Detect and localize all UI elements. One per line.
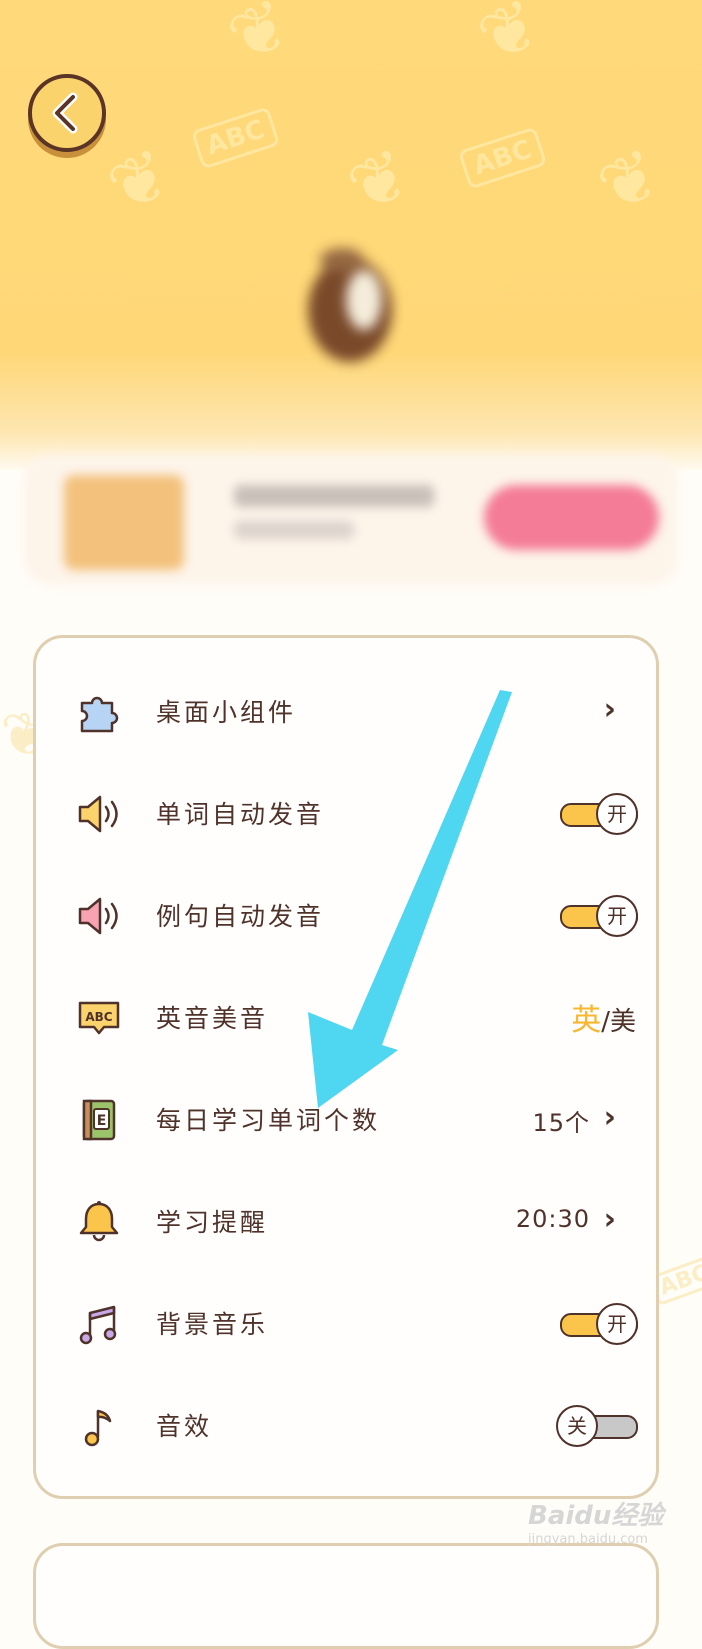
chevron-right-icon: › <box>603 692 616 727</box>
settings-row-daily-words[interactable]: E 每日学习单词个数 15个 › <box>36 1067 656 1171</box>
banner-cta-button[interactable] <box>484 485 659 550</box>
settings-row-sentence-autoplay[interactable]: 例句自动发音 开 <box>36 863 656 967</box>
mascot-image <box>308 248 392 362</box>
banner-text <box>234 485 434 507</box>
settings-row-study-reminder[interactable]: 学习提醒 20:30 › <box>36 1169 656 1273</box>
abc-bubble-icon: ABC <box>78 1001 120 1035</box>
row-label: 单词自动发音 <box>156 800 325 829</box>
baidu-watermark: Baidu经验 jingyan.baidu.com <box>528 1495 663 1547</box>
book-icon: E <box>82 1099 116 1141</box>
svg-text:E: E <box>97 1113 107 1129</box>
puzzle-icon <box>80 696 119 733</box>
study-reminder-value: 20:30 <box>515 1205 590 1233</box>
banner-subtext <box>234 521 354 539</box>
carrot-decoration-icon: ❦ <box>95 131 184 231</box>
row-label: 例句自动发音 <box>156 902 325 931</box>
abc-decoration: ABC <box>190 106 281 170</box>
row-label: 音效 <box>156 1412 213 1441</box>
sentence-autoplay-toggle[interactable]: 开 <box>556 895 638 937</box>
secondary-settings-card <box>33 1543 659 1649</box>
watermark-text: Baidu经验 <box>528 1501 664 1531</box>
row-label: 每日学习单词个数 <box>156 1106 381 1135</box>
row-label: 学习提醒 <box>156 1208 269 1237</box>
toggle-knob: 开 <box>596 793 638 835</box>
accent-option-uk[interactable]: 英 <box>571 1003 601 1038</box>
speaker-pink-icon <box>78 897 118 935</box>
settings-row-sound-effects[interactable]: 音效 关 <box>36 1373 656 1477</box>
carrot-decoration-icon: ❦ <box>585 131 674 231</box>
chevron-right-icon: › <box>603 1100 616 1135</box>
daily-words-value: 15个 <box>532 1109 590 1137</box>
accent-separator: / <box>601 1007 610 1037</box>
background-music-toggle[interactable]: 开 <box>556 1303 638 1345</box>
carrot-decoration-icon: ❦ <box>465 0 554 81</box>
settings-row-desktop-widget[interactable]: 桌面小组件 › <box>36 659 656 763</box>
settings-row-accent[interactable]: ABC 英音美音 英/美 <box>36 965 656 1069</box>
music-notes-icon <box>79 1305 117 1345</box>
speaker-icon <box>78 795 118 833</box>
watermark-subtext: jingyan.baidu.com <box>528 1532 648 1547</box>
back-button[interactable] <box>28 74 106 152</box>
promo-banner[interactable] <box>24 455 678 585</box>
settings-row-background-music[interactable]: 背景音乐 开 <box>36 1271 656 1375</box>
carrot-decoration-icon: ❦ <box>215 0 304 81</box>
accent-option-us[interactable]: 美 <box>610 1007 636 1037</box>
chevron-left-icon <box>52 92 78 134</box>
chevron-right-icon: › <box>603 1202 616 1237</box>
sound-effects-toggle[interactable]: 关 <box>556 1405 638 1447</box>
hero-header: ABC ABC ❦ ❦ ❦ ❦ ❦ <box>0 0 702 470</box>
accent-selector[interactable]: 英/美 <box>571 995 636 1039</box>
toggle-knob: 开 <box>596 1303 638 1345</box>
toggle-knob: 开 <box>596 895 638 937</box>
toggle-knob: 关 <box>556 1405 598 1447</box>
row-label: 桌面小组件 <box>156 698 297 727</box>
carrot-decoration-icon: ❦ <box>335 131 424 231</box>
row-label: 背景音乐 <box>156 1310 269 1339</box>
abc-decoration: ABC <box>457 126 548 190</box>
banner-image <box>64 475 184 570</box>
settings-card: 桌面小组件 › 单词自动发音 开 例句自动发音 开 ABC 英音美音 英/美 E… <box>33 635 659 1499</box>
bell-icon <box>79 1201 119 1242</box>
word-autoplay-toggle[interactable]: 开 <box>556 793 638 835</box>
row-label: 英音美音 <box>156 1004 269 1033</box>
svg-text:ABC: ABC <box>85 1010 112 1024</box>
settings-row-word-autoplay[interactable]: 单词自动发音 开 <box>36 761 656 865</box>
music-note-icon <box>84 1409 112 1447</box>
